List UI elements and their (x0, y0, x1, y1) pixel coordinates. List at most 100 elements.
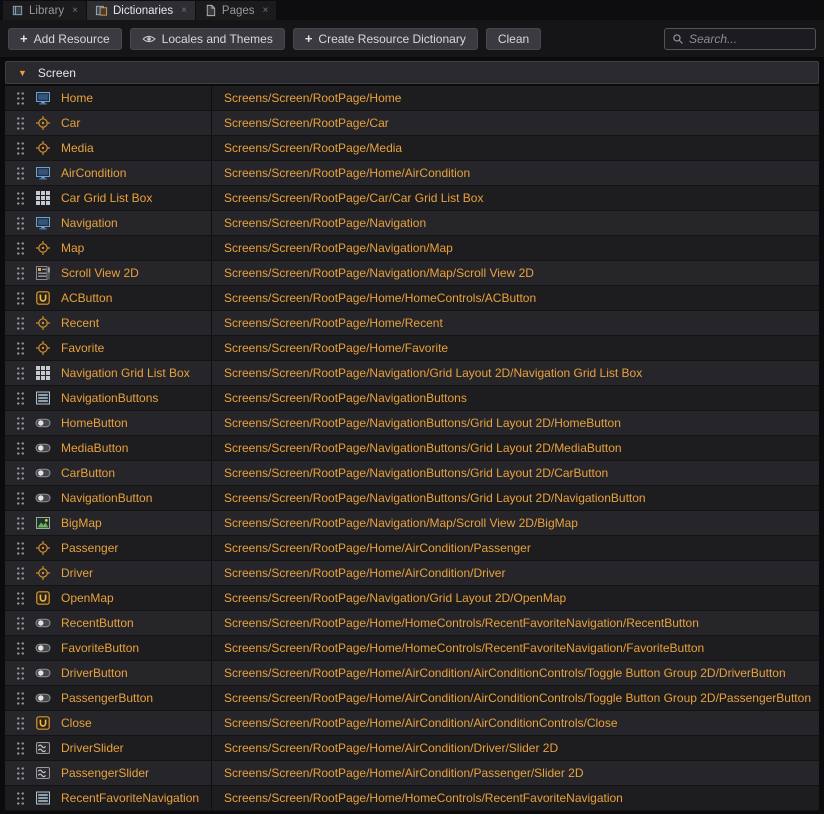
drag-handle[interactable] (16, 441, 25, 456)
tab-dictionaries[interactable]: Dictionaries × (87, 1, 195, 20)
drag-handle[interactable] (16, 241, 25, 256)
layout-icon (35, 790, 51, 806)
resource-name: DriverButton (59, 666, 211, 680)
drag-handle[interactable] (16, 466, 25, 481)
resource-row[interactable]: NavigationButtonsScreens/Screen/RootPage… (5, 386, 819, 411)
resource-row[interactable]: ACButtonScreens/Screen/RootPage/Home/Hom… (5, 286, 819, 311)
resource-name: Map (59, 241, 211, 255)
slider-icon (35, 740, 51, 756)
tab-label: Library (29, 5, 64, 17)
resource-row[interactable]: BigMapScreens/Screen/RootPage/Navigation… (5, 511, 819, 536)
resource-path: Screens/Screen/RootPage/Car/Car Grid Lis… (211, 186, 819, 210)
close-icon[interactable]: × (181, 5, 187, 16)
resource-row[interactable]: DriverScreens/Screen/RootPage/Home/AirCo… (5, 561, 819, 586)
drag-handle[interactable] (16, 416, 25, 431)
search-box (664, 28, 816, 50)
drag-handle[interactable] (16, 266, 25, 281)
resource-path: Screens/Screen/RootPage/Home/AirConditio… (211, 661, 819, 685)
close-icon[interactable]: × (72, 5, 78, 16)
resource-row[interactable]: NavigationScreens/Screen/RootPage/Naviga… (5, 211, 819, 236)
drag-handle[interactable] (16, 666, 25, 681)
screen-icon (35, 215, 51, 231)
resource-row[interactable]: AirConditionScreens/Screen/RootPage/Home… (5, 161, 819, 186)
chevron-down-icon[interactable]: ▼ (18, 68, 27, 78)
drag-handle[interactable] (16, 741, 25, 756)
togglebutton-icon (35, 615, 51, 631)
section-title: Screen (38, 66, 76, 80)
drag-handle[interactable] (16, 716, 25, 731)
drag-handle[interactable] (16, 291, 25, 306)
resource-row[interactable]: FavoriteButtonScreens/Screen/RootPage/Ho… (5, 636, 819, 661)
ubutton-icon (35, 715, 51, 731)
resource-row[interactable]: PassengerSliderScreens/Screen/RootPage/H… (5, 761, 819, 786)
drag-handle[interactable] (16, 691, 25, 706)
plus-icon: + (305, 32, 313, 45)
drag-handle[interactable] (16, 191, 25, 206)
resource-row[interactable]: RecentButtonScreens/Screen/RootPage/Home… (5, 611, 819, 636)
resource-row[interactable]: RecentFavoriteNavigationScreens/Screen/R… (5, 786, 819, 811)
resource-row[interactable]: PassengerButtonScreens/Screen/RootPage/H… (5, 686, 819, 711)
object2d-icon (35, 540, 51, 556)
add-resource-button[interactable]: + Add Resource (8, 28, 122, 50)
resource-path: Screens/Screen/RootPage/NavigationButton… (211, 486, 819, 510)
resource-row[interactable]: HomeScreens/Screen/RootPage/Home (5, 86, 819, 111)
drag-handle[interactable] (16, 166, 25, 181)
drag-handle[interactable] (16, 366, 25, 381)
drag-handle[interactable] (16, 316, 25, 331)
drag-handle[interactable] (16, 591, 25, 606)
resource-path: Screens/Screen/RootPage/NavigationButton… (211, 461, 819, 485)
drag-handle[interactable] (16, 766, 25, 781)
resource-row[interactable]: CloseScreens/Screen/RootPage/Home/AirCon… (5, 711, 819, 736)
object2d-icon (35, 240, 51, 256)
drag-handle[interactable] (16, 791, 25, 806)
resource-row[interactable]: FavoriteScreens/Screen/RootPage/Home/Fav… (5, 336, 819, 361)
resource-name: Navigation Grid List Box (59, 366, 211, 380)
drag-handle[interactable] (16, 541, 25, 556)
resource-path: Screens/Screen/RootPage/Navigation/Map/S… (211, 261, 819, 285)
resource-row[interactable]: CarScreens/Screen/RootPage/Car (5, 111, 819, 136)
drag-handle[interactable] (16, 616, 25, 631)
section-header-screen[interactable]: ▼ Screen (5, 61, 819, 84)
clean-button[interactable]: Clean (486, 28, 541, 50)
resource-row[interactable]: HomeButtonScreens/Screen/RootPage/Naviga… (5, 411, 819, 436)
drag-handle[interactable] (16, 91, 25, 106)
resource-name: Recent (59, 316, 211, 330)
tab-pages[interactable]: Pages × (196, 1, 276, 20)
resource-row[interactable]: Scroll View 2DScreens/Screen/RootPage/Na… (5, 261, 819, 286)
resource-row[interactable]: MapScreens/Screen/RootPage/Navigation/Ma… (5, 236, 819, 261)
resource-name: OpenMap (59, 591, 211, 605)
resource-row[interactable]: MediaButtonScreens/Screen/RootPage/Navig… (5, 436, 819, 461)
drag-handle[interactable] (16, 491, 25, 506)
search-input[interactable] (689, 32, 808, 46)
resource-row[interactable]: DriverSliderScreens/Screen/RootPage/Home… (5, 736, 819, 761)
resource-row[interactable]: RecentScreens/Screen/RootPage/Home/Recen… (5, 311, 819, 336)
resource-path: Screens/Screen/RootPage/Navigation/Map (211, 236, 819, 260)
resource-path: Screens/Screen/RootPage/Home/AirConditio… (211, 561, 819, 585)
resource-row[interactable]: Navigation Grid List BoxScreens/Screen/R… (5, 361, 819, 386)
resource-row[interactable]: NavigationButtonScreens/Screen/RootPage/… (5, 486, 819, 511)
close-icon[interactable]: × (263, 5, 269, 16)
resource-row[interactable]: MediaScreens/Screen/RootPage/Media (5, 136, 819, 161)
drag-handle[interactable] (16, 391, 25, 406)
tab-library[interactable]: Library × (3, 1, 86, 20)
resource-name: CarButton (59, 466, 211, 480)
resource-row[interactable]: CarButtonScreens/Screen/RootPage/Navigat… (5, 461, 819, 486)
drag-handle[interactable] (16, 566, 25, 581)
create-resource-dictionary-button[interactable]: + Create Resource Dictionary (293, 28, 478, 50)
tab-label: Dictionaries (113, 5, 173, 17)
drag-handle[interactable] (16, 641, 25, 656)
resource-row[interactable]: DriverButtonScreens/Screen/RootPage/Home… (5, 661, 819, 686)
resource-path: Screens/Screen/RootPage/Media (211, 136, 819, 160)
locales-and-themes-button[interactable]: Locales and Themes (130, 28, 285, 50)
drag-handle[interactable] (16, 341, 25, 356)
resource-row[interactable]: OpenMapScreens/Screen/RootPage/Navigatio… (5, 586, 819, 611)
drag-handle[interactable] (16, 216, 25, 231)
object2d-icon (35, 140, 51, 156)
drag-handle[interactable] (16, 516, 25, 531)
drag-handle[interactable] (16, 116, 25, 131)
resource-row[interactable]: Car Grid List BoxScreens/Screen/RootPage… (5, 186, 819, 211)
resource-row[interactable]: PassengerScreens/Screen/RootPage/Home/Ai… (5, 536, 819, 561)
resource-path: Screens/Screen/RootPage/Home/HomeControl… (211, 636, 819, 660)
ubutton-icon (35, 590, 51, 606)
drag-handle[interactable] (16, 141, 25, 156)
